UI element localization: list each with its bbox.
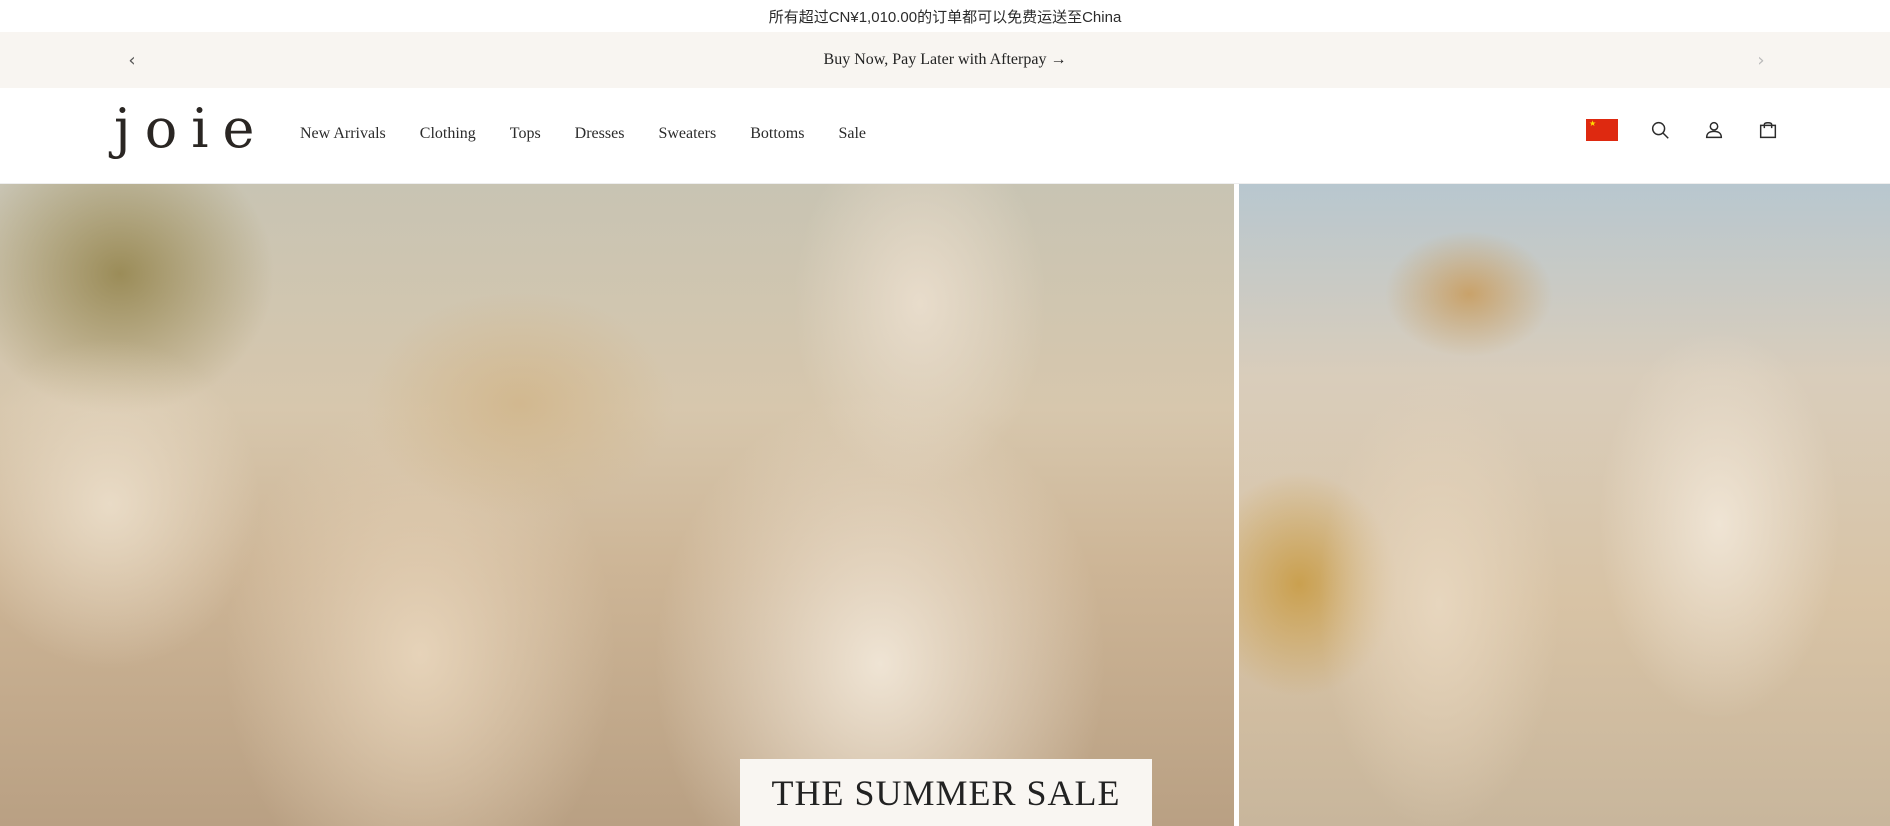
china-flag-icon[interactable]: ★ xyxy=(1586,119,1618,141)
search-icon[interactable] xyxy=(1648,118,1672,142)
flag-star-icon: ★ xyxy=(1589,119,1597,128)
site-header: joie New Arrivals Clothing Tops Dresses … xyxy=(0,88,1890,184)
chevron-right-icon[interactable]: › xyxy=(1747,46,1775,74)
promo-announcement-bar: ‹ Buy Now, Pay Later with Afterpay → › xyxy=(0,32,1890,88)
nav-item-clothing[interactable]: Clothing xyxy=(420,125,476,143)
nav-item-dresses[interactable]: Dresses xyxy=(575,125,625,143)
nav-item-new-arrivals[interactable]: New Arrivals xyxy=(300,125,386,143)
cart-icon[interactable] xyxy=(1756,118,1780,142)
account-icon[interactable] xyxy=(1702,118,1726,142)
main-navigation: New Arrivals Clothing Tops Dresses Sweat… xyxy=(300,125,900,143)
brand-logo[interactable]: joie xyxy=(114,102,268,156)
nav-item-tops[interactable]: Tops xyxy=(510,125,541,143)
nav-item-sale[interactable]: Sale xyxy=(838,125,866,143)
hero-banner[interactable]: THE SUMMER SALE xyxy=(0,184,1890,826)
chevron-left-icon[interactable]: ‹ xyxy=(118,46,146,74)
hero-image-right[interactable] xyxy=(1239,184,1890,826)
nav-item-sweaters[interactable]: Sweaters xyxy=(658,125,716,143)
sale-title: THE SUMMER SALE xyxy=(771,772,1121,813)
shipping-announcement-bar: 所有超过CN¥1,010.00的订单都可以免费运送至China xyxy=(0,0,1890,32)
nav-item-bottoms[interactable]: Bottoms xyxy=(750,125,804,143)
header-utility-icons: ★ xyxy=(1586,118,1810,142)
promo-announcement-text[interactable]: Buy Now, Pay Later with Afterpay → xyxy=(824,51,1067,69)
shipping-announcement-text: 所有超过CN¥1,010.00的订单都可以免费运送至China xyxy=(768,8,1122,26)
sale-title-card[interactable]: THE SUMMER SALE xyxy=(740,759,1152,826)
hero-image-left[interactable] xyxy=(0,184,1234,826)
